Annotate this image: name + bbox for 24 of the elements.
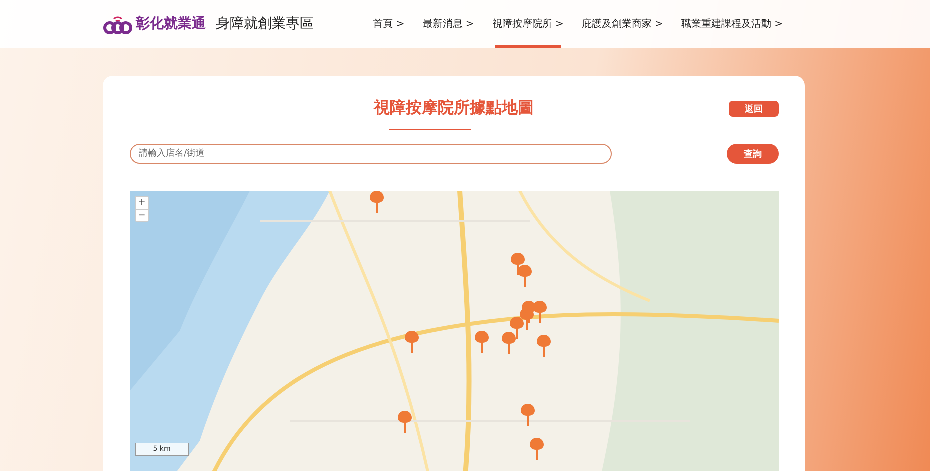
map-pin-icon[interactable] — [398, 411, 412, 433]
map-pin-icon[interactable] — [510, 317, 524, 339]
map-pin-icon[interactable] — [530, 438, 544, 460]
back-button[interactable]: 返回 — [729, 101, 779, 117]
page-title: 視障按摩院所據點地圖 — [374, 98, 534, 119]
map-pin-icon[interactable] — [537, 335, 551, 357]
map-pin-icon[interactable] — [511, 253, 525, 275]
nav-link[interactable]: 首頁 > — [364, 0, 414, 48]
nav-link[interactable]: 庇護及創業商家 > — [572, 0, 672, 48]
map-pin-icon[interactable] — [405, 331, 419, 353]
logo-text[interactable]: 彰化就業通 — [136, 15, 206, 33]
map-pin-icon[interactable] — [475, 331, 489, 353]
search-button[interactable]: 查詢 — [727, 144, 779, 164]
search-field[interactable]: 請輸入店名/街道 — [130, 144, 612, 164]
nav-link[interactable]: 視障按摩院所 > — [483, 0, 573, 48]
map-pin-icon[interactable] — [533, 301, 547, 323]
map-pin-icon[interactable] — [370, 191, 384, 213]
section-title: 身障就創業專區 — [216, 15, 314, 33]
nav-link[interactable]: 最新消息 > — [414, 0, 484, 48]
map-pin-icon[interactable] — [518, 265, 532, 287]
map-pin-icon[interactable] — [521, 404, 535, 426]
zoom-out-button[interactable]: − — [136, 209, 148, 221]
nav-link[interactable]: 職業重建課程及活動 > — [672, 0, 792, 48]
map-pin-icon[interactable] — [502, 332, 516, 354]
